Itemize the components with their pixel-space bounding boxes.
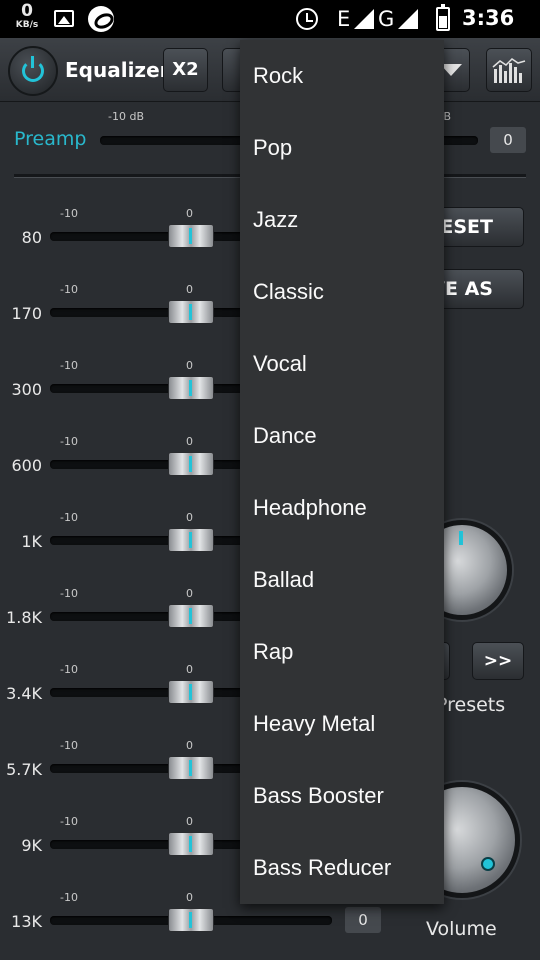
band-min-label: -10 xyxy=(60,435,78,448)
menu-item-vocal[interactable]: Vocal xyxy=(240,328,444,400)
band-frequency: 600 xyxy=(11,456,42,475)
volume-label: Volume xyxy=(426,918,497,940)
preset-menu: Rock Pop Jazz Classic Vocal Dance Headph… xyxy=(240,40,444,904)
signal-2-icon xyxy=(398,9,418,29)
preamp-label: Preamp xyxy=(14,128,87,150)
knob-indicator xyxy=(459,531,463,545)
x2-button[interactable]: X2 xyxy=(163,48,208,92)
power-icon xyxy=(22,56,44,82)
band-zero-label: 0 xyxy=(186,359,193,372)
app-title: Equalizer xyxy=(65,58,170,82)
band-frequency: 170 xyxy=(11,304,42,323)
band-zero-label: 0 xyxy=(186,435,193,448)
band-slider-thumb[interactable] xyxy=(168,604,214,628)
image-notification-icon xyxy=(54,10,74,27)
band-min-label: -10 xyxy=(60,739,78,752)
network-type-1: E xyxy=(337,7,351,31)
network-type-2: G xyxy=(378,7,395,31)
band-frequency: 80 xyxy=(21,228,42,247)
app-notification-icon xyxy=(88,6,114,32)
spectrum-icon xyxy=(492,58,526,83)
menu-item-dance[interactable]: Dance xyxy=(240,400,444,472)
next-preset-button[interactable]: >> xyxy=(472,642,524,680)
network-speed-unit: KB/s xyxy=(15,20,39,30)
menu-item-jazz[interactable]: Jazz xyxy=(240,184,444,256)
clock-time: 3:36 xyxy=(462,6,515,30)
band-frequency: 5.7K xyxy=(6,760,42,779)
band-min-label: -10 xyxy=(60,891,78,904)
band-min-label: -10 xyxy=(60,283,78,296)
band-slider-thumb[interactable] xyxy=(168,528,214,552)
band-value: 0 xyxy=(345,907,381,933)
presets-label: Presets xyxy=(436,694,506,716)
band-slider-thumb[interactable] xyxy=(168,908,214,932)
band-min-label: -10 xyxy=(60,663,78,676)
status-bar: 0 KB/s E G 3:36 PM xyxy=(0,0,540,53)
band-zero-label: 0 xyxy=(186,891,193,904)
band-zero-label: 0 xyxy=(186,207,193,220)
menu-item-heavy-metal[interactable]: Heavy Metal xyxy=(240,688,444,760)
menu-item-rap[interactable]: Rap xyxy=(240,616,444,688)
battery-icon xyxy=(436,4,450,31)
band-frequency: 13K xyxy=(11,912,42,931)
menu-item-headphone[interactable]: Headphone xyxy=(240,472,444,544)
band-zero-label: 0 xyxy=(186,815,193,828)
signal-1-icon xyxy=(354,9,374,29)
band-zero-label: 0 xyxy=(186,739,193,752)
band-frequency: 3.4K xyxy=(6,684,42,703)
band-zero-label: 0 xyxy=(186,283,193,296)
band-slider-thumb[interactable] xyxy=(168,224,214,248)
band-min-label: -10 xyxy=(60,815,78,828)
band-slider-thumb[interactable] xyxy=(168,832,214,856)
band-slider-thumb[interactable] xyxy=(168,680,214,704)
band-zero-label: 0 xyxy=(186,663,193,676)
power-button[interactable] xyxy=(8,46,58,96)
band-slider-thumb[interactable] xyxy=(168,300,214,324)
alarm-icon xyxy=(296,8,318,30)
band-frequency: 300 xyxy=(11,380,42,399)
menu-item-classic[interactable]: Classic xyxy=(240,256,444,328)
network-speed-value: 0 xyxy=(21,1,33,21)
preamp-min-label: -10 dB xyxy=(108,110,144,123)
preamp-value: 0 xyxy=(490,127,526,153)
menu-item-bass-booster[interactable]: Bass Booster xyxy=(240,760,444,832)
knob-indicator xyxy=(481,857,495,871)
menu-item-ballad[interactable]: Ballad xyxy=(240,544,444,616)
band-zero-label: 0 xyxy=(186,587,193,600)
band-frequency: 1.8K xyxy=(6,608,42,627)
menu-item-rock[interactable]: Rock xyxy=(240,40,444,112)
band-zero-label: 0 xyxy=(186,511,193,524)
menu-item-pop[interactable]: Pop xyxy=(240,112,444,184)
menu-item-bass-reducer[interactable]: Bass Reducer xyxy=(240,832,444,904)
band-slider-thumb[interactable] xyxy=(168,452,214,476)
band-min-label: -10 xyxy=(60,207,78,220)
band-min-label: -10 xyxy=(60,511,78,524)
band-slider-thumb[interactable] xyxy=(168,756,214,780)
band-frequency: 9K xyxy=(21,836,42,855)
band-frequency: 1K xyxy=(21,532,42,551)
spectrum-button[interactable] xyxy=(486,48,532,92)
network-speed: 0 KB/s xyxy=(12,3,42,30)
band-slider-thumb[interactable] xyxy=(168,376,214,400)
band-min-label: -10 xyxy=(60,359,78,372)
band-min-label: -10 xyxy=(60,587,78,600)
